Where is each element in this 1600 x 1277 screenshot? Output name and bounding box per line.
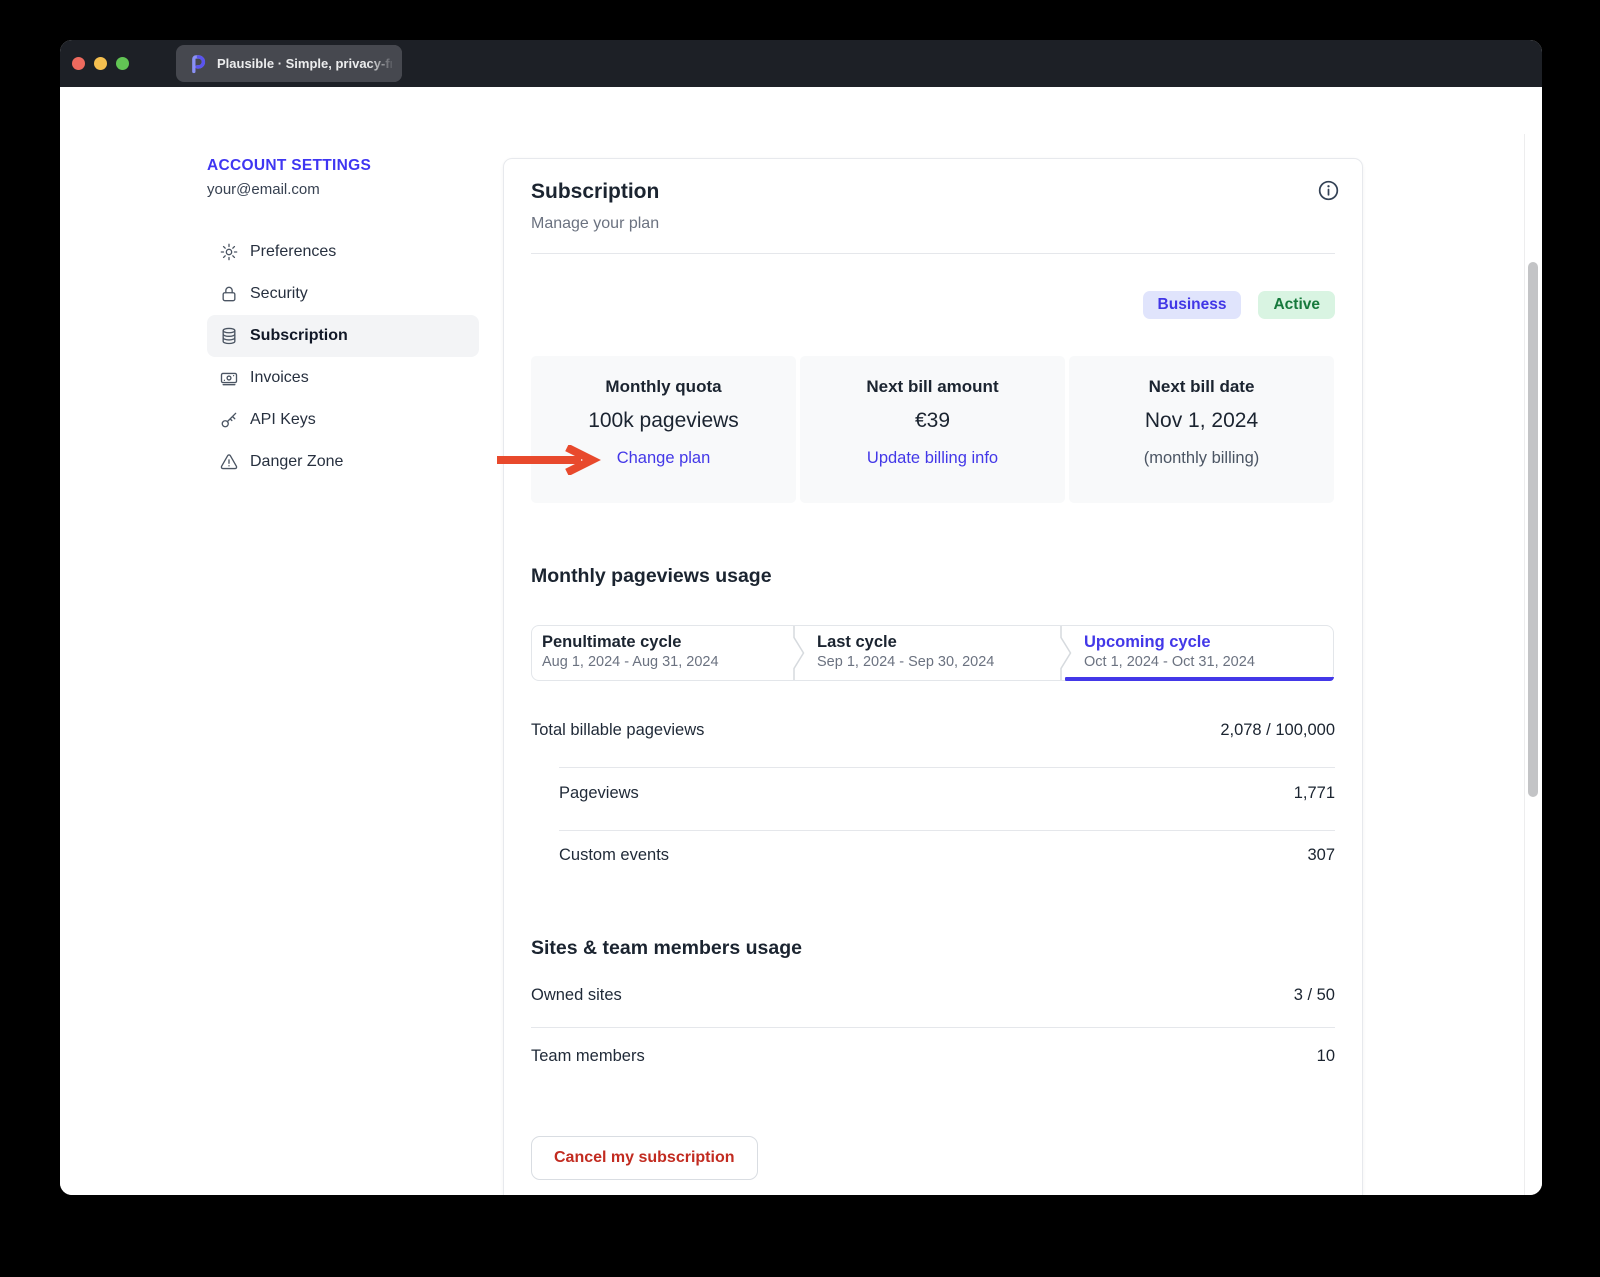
plan-badge: Business [1143,291,1242,319]
sidebar-item-label: Invoices [250,369,309,387]
database-icon [219,326,239,346]
sidebar-item-preferences[interactable]: Preferences [207,231,479,273]
stat-value: €39 [800,409,1065,433]
active-tab-underline [1065,677,1334,681]
stat-next-bill-amount: Next bill amount €39 Update billing info [800,356,1065,503]
key-icon [219,410,239,430]
sidebar-item-security[interactable]: Security [207,273,479,315]
stat-label: Monthly quota [531,377,796,397]
stat-next-bill-date: Next bill date Nov 1, 2024 (monthly bill… [1069,356,1334,503]
sidebar-nav: Preferences Security Subscription [207,231,479,483]
browser-window: Plausible · Simple, privacy-frien ACCOUN… [60,40,1542,1195]
usage-row-total-billable: Total billable pageviews 2,078 / 100,000 [531,721,1335,740]
stat-monthly-quota: Monthly quota 100k pageviews Change plan [531,356,796,503]
change-plan-link[interactable]: Change plan [531,449,796,468]
usage-row-team-members: Team members 10 [531,1047,1335,1066]
banknote-icon [219,368,239,388]
usage-row-owned-sites: Owned sites 3 / 50 [531,986,1335,1005]
usage-row-custom-events: Custom events 307 [531,846,1335,865]
close-window-button[interactable] [72,57,85,70]
sites-usage-heading: Sites & team members usage [531,937,802,960]
stat-value: 100k pageviews [531,409,796,433]
card-subtitle: Manage your plan [531,215,659,233]
sidebar-item-label: API Keys [250,411,316,429]
gear-icon [219,242,239,262]
tab-upcoming-cycle[interactable]: Upcoming cycle Oct 1, 2024 - Oct 31, 202… [1066,626,1333,680]
divider [559,830,1335,831]
billing-stats-panel: Monthly quota 100k pageviews Change plan… [531,356,1334,503]
stat-value: Nov 1, 2024 [1069,409,1334,433]
info-icon[interactable] [1317,179,1340,202]
account-settings-sidebar: ACCOUNT SETTINGS your@email.com Preferen… [207,157,479,483]
sidebar-item-invoices[interactable]: Invoices [207,357,479,399]
chevron-right-separator [1059,626,1073,680]
cancel-subscription-button[interactable]: Cancel my subscription [531,1136,758,1180]
account-email: your@email.com [207,181,479,198]
tab-penultimate-cycle[interactable]: Penultimate cycle Aug 1, 2024 - Aug 31, … [532,626,799,680]
scrollbar-thumb[interactable] [1528,262,1538,797]
divider [559,767,1335,768]
pageviews-usage-heading: Monthly pageviews usage [531,565,772,588]
titlebar: Plausible · Simple, privacy-frien [60,40,1542,87]
sidebar-item-label: Preferences [250,243,336,261]
warning-triangle-icon [219,452,239,472]
divider [531,253,1335,254]
tab-last-cycle[interactable]: Last cycle Sep 1, 2024 - Sep 30, 2024 [799,626,1066,680]
browser-tab[interactable]: Plausible · Simple, privacy-frien [176,45,402,82]
sidebar-item-subscription[interactable]: Subscription [207,315,479,357]
update-billing-info-link[interactable]: Update billing info [800,449,1065,468]
stat-label: Next bill amount [800,377,1065,397]
lock-icon [219,284,239,304]
page-content: ACCOUNT SETTINGS your@email.com Preferen… [60,87,1542,1195]
tab-title: Plausible · Simple, privacy-frien [217,56,392,71]
chevron-right-separator [792,626,806,680]
sidebar-item-danger-zone[interactable]: Danger Zone [207,441,479,483]
stat-label: Next bill date [1069,377,1334,397]
status-badge: Active [1258,291,1335,319]
sidebar-title: ACCOUNT SETTINGS [207,157,479,175]
sidebar-item-label: Subscription [250,327,348,345]
plausible-logo-icon [188,54,208,74]
scrollbar-track [1524,134,1525,1195]
plan-badges: Business Active [1143,291,1335,319]
divider [531,1027,1335,1028]
billing-cycle-tabs: Penultimate cycle Aug 1, 2024 - Aug 31, … [531,625,1334,681]
sidebar-item-label: Danger Zone [250,453,343,471]
window-controls [60,57,129,70]
sidebar-item-api-keys[interactable]: API Keys [207,399,479,441]
card-title: Subscription [531,180,659,204]
billing-interval-note: (monthly billing) [1069,449,1334,468]
minimize-window-button[interactable] [94,57,107,70]
sidebar-item-label: Security [250,285,308,303]
zoom-window-button[interactable] [116,57,129,70]
usage-row-pageviews: Pageviews 1,771 [531,784,1335,803]
subscription-card: Subscription Manage your plan Business A… [503,158,1363,1195]
